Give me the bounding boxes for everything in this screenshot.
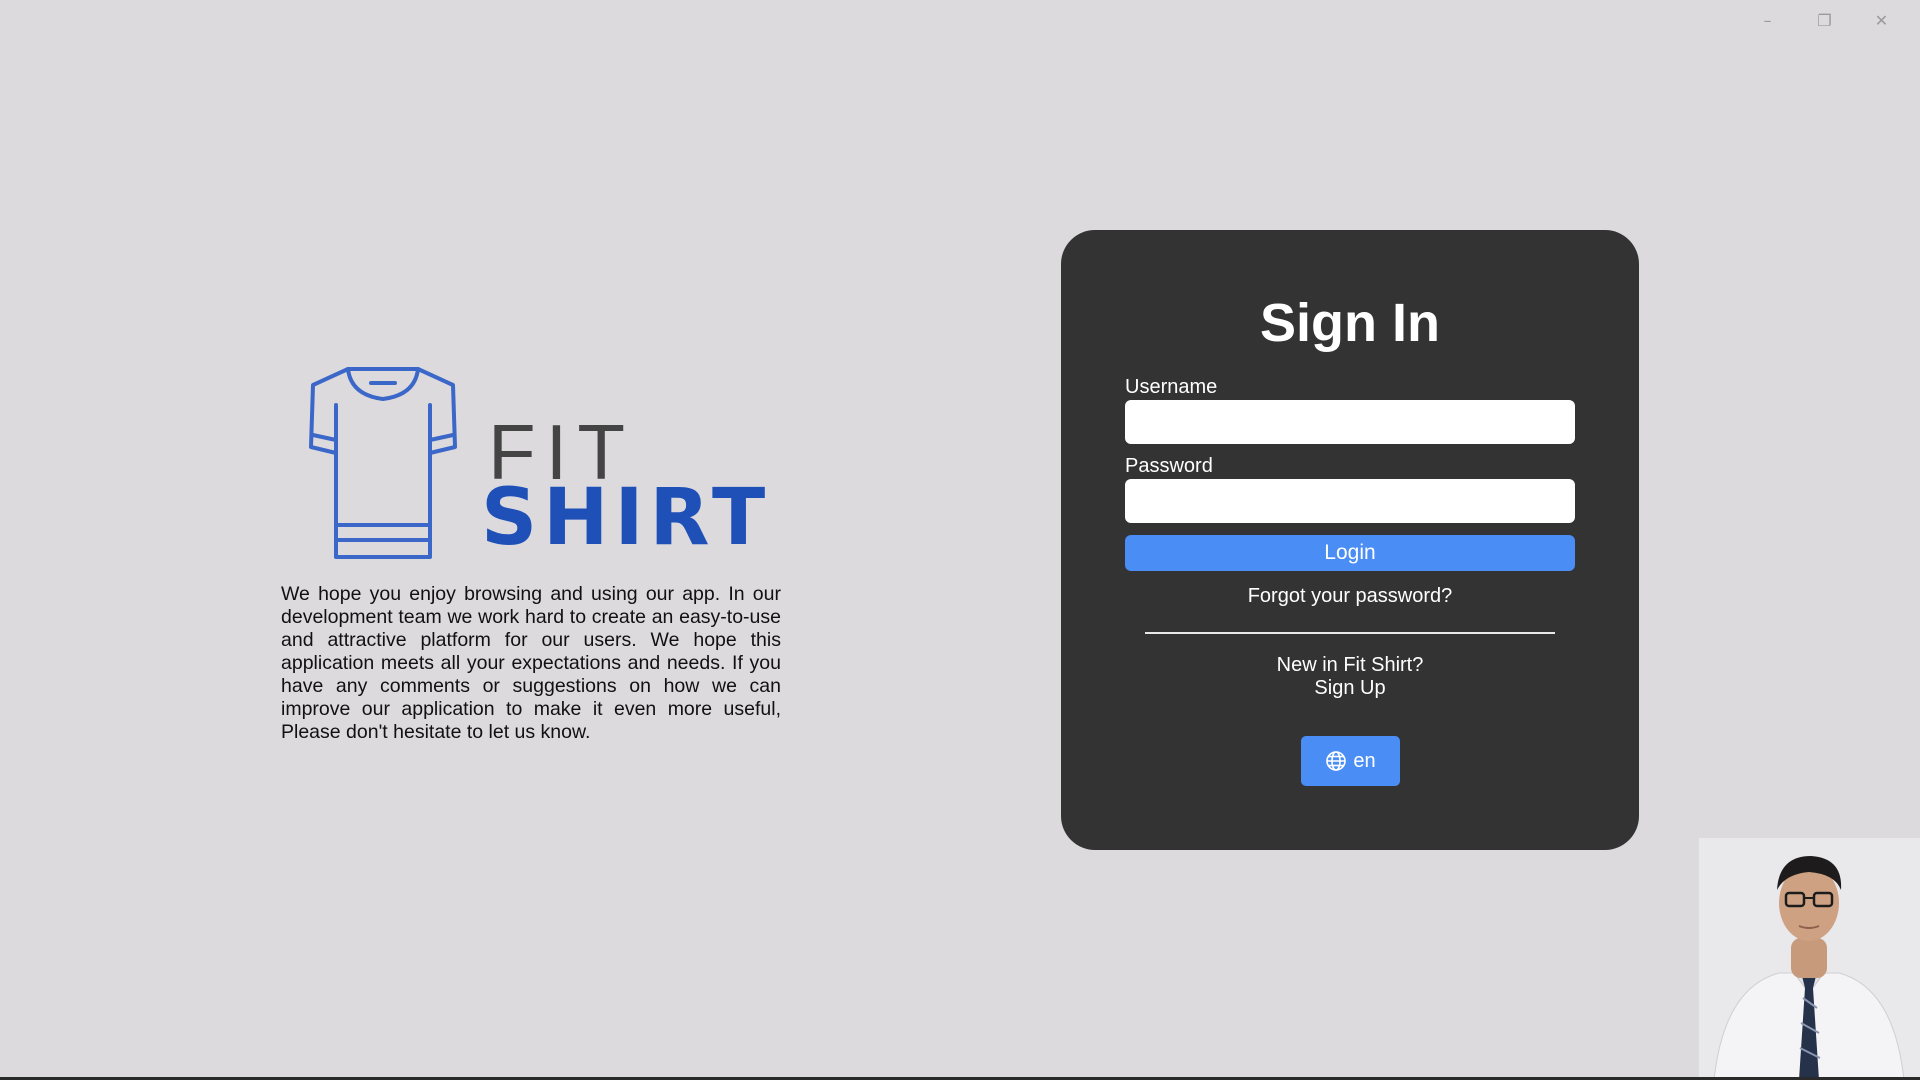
new-in-text: New in Fit Shirt?	[1276, 654, 1424, 676]
logo-shirt-text: SHIRT	[481, 473, 772, 563]
close-icon[interactable]: ✕	[1853, 6, 1910, 34]
login-button[interactable]: Login	[1125, 535, 1575, 571]
language-label: en	[1353, 749, 1376, 772]
fit-shirt-logo: FIT SHIRT	[281, 355, 781, 565]
password-input[interactable]	[1125, 479, 1575, 523]
webcam-overlay	[1699, 838, 1920, 1080]
globe-icon	[1326, 751, 1347, 771]
presenter-video	[1699, 838, 1920, 1080]
language-button[interactable]: en	[1301, 736, 1400, 786]
password-label: Password	[1125, 455, 1213, 477]
intro-paragraph: We hope you enjoy browsing and using our…	[281, 583, 781, 743]
minimize-icon[interactable]: –	[1739, 6, 1796, 34]
restore-icon[interactable]: ❐	[1796, 6, 1853, 34]
divider	[1145, 632, 1555, 634]
sign-in-card: Sign In Username Password Login Forgot y…	[1061, 230, 1639, 850]
username-input[interactable]	[1125, 400, 1575, 444]
username-label: Username	[1125, 376, 1218, 398]
sign-up-link[interactable]: Sign Up	[1061, 677, 1639, 700]
forgot-password-link[interactable]: Forgot your password?	[1061, 585, 1639, 608]
tshirt-icon	[309, 367, 457, 559]
signup-prompt: New in Fit Shirt? Sign Up	[1061, 654, 1639, 700]
brand-panel: FIT SHIRT We hope you enjoy browsing and…	[281, 355, 781, 744]
sign-in-title: Sign In	[1260, 293, 1440, 353]
window-controls: – ❐ ✕	[1739, 6, 1910, 34]
